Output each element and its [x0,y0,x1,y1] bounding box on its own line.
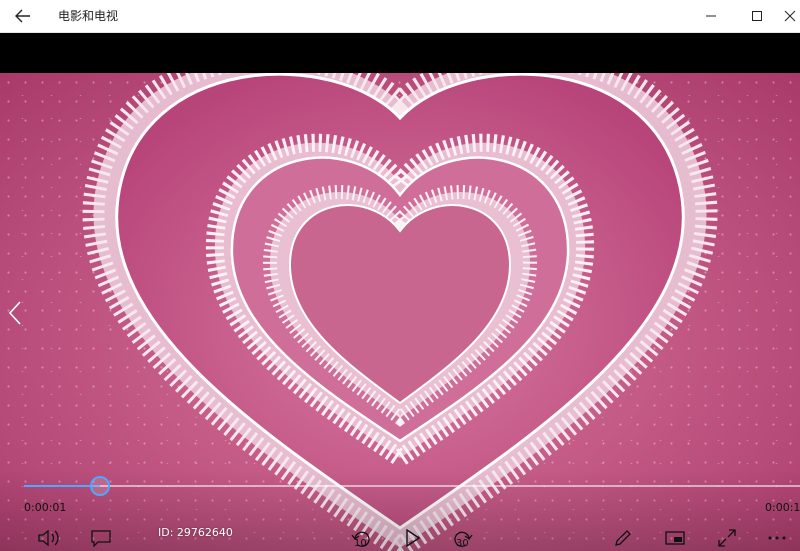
fullscreen-button[interactable] [712,525,742,551]
video-frame[interactable]: 0:00:01 0:00:14 ID: 29762640 10 30 [0,73,800,551]
seek-bar[interactable] [24,476,800,496]
skip-back-label: 10 [354,538,367,549]
maximize-button[interactable] [734,0,780,32]
edit-button[interactable] [608,525,638,551]
volume-button[interactable] [34,525,64,551]
more-icon [768,536,786,540]
minimize-icon [706,15,716,17]
chevron-left-icon [9,301,21,325]
skip-forward-button[interactable]: 30 [448,525,478,551]
minimize-button[interactable] [688,0,734,32]
watermark-id: ID: 29762640 [158,526,233,539]
maximize-icon [752,11,762,21]
more-options-button[interactable] [762,525,792,551]
subtitles-icon [91,530,111,547]
play-button[interactable] [398,525,428,551]
subtitles-button[interactable] [86,525,116,551]
pencil-icon [615,530,631,546]
seek-thumb[interactable] [89,476,110,496]
close-icon [784,10,796,22]
elapsed-time: 0:00:01 [24,501,67,514]
total-duration: 0:00:14 [765,501,800,514]
playback-controls: 0:00:01 0:00:14 ID: 29762640 10 30 [0,470,800,551]
back-arrow-icon [15,9,30,23]
previous-button[interactable] [4,293,26,333]
skip-forward-label: 30 [456,538,469,549]
fullscreen-icon [718,529,736,547]
skip-back-button[interactable]: 10 [346,525,376,551]
back-button[interactable] [0,0,46,32]
play-icon [406,529,421,547]
seek-progress [24,485,100,487]
title-bar: 电影和电视 [0,0,800,33]
picture-in-picture-icon [665,531,685,545]
close-button[interactable] [780,0,800,32]
volume-icon [38,529,59,547]
mini-view-button[interactable] [660,525,690,551]
window-title: 电影和电视 [58,9,119,23]
